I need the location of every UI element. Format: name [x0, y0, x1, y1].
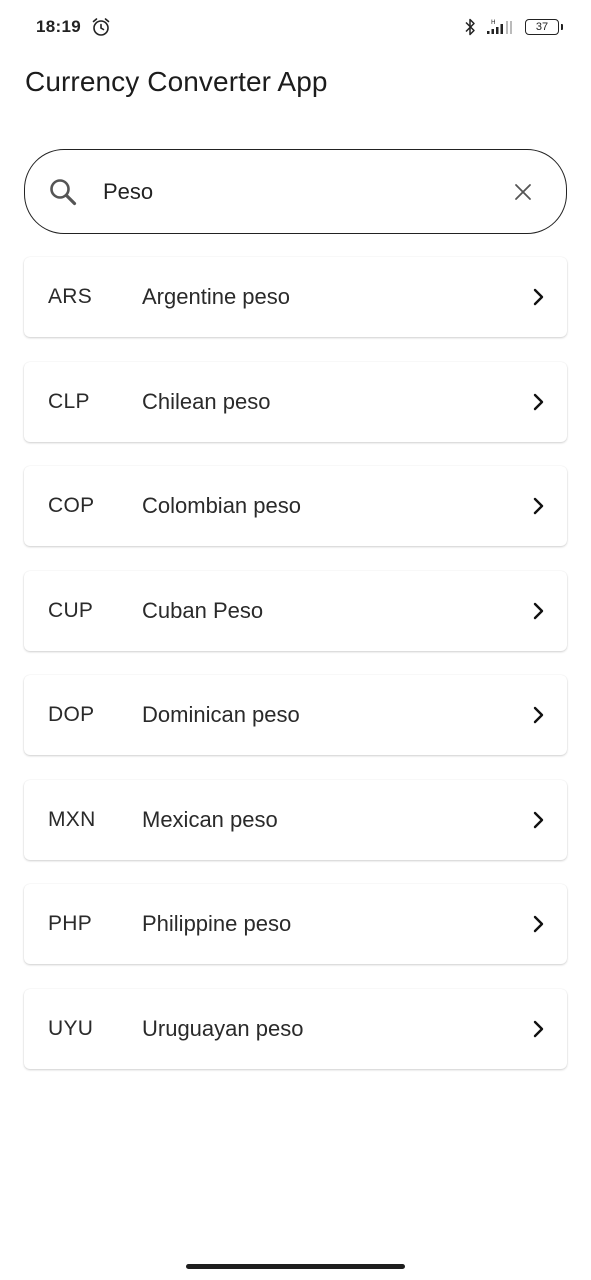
currency-code: DOP [48, 703, 95, 726]
currency-item-cup[interactable]: CUP Cuban Peso [24, 570, 567, 651]
chevron-right-icon [529, 287, 549, 307]
currency-code: ARS [48, 285, 93, 308]
currency-name: Dominican peso [142, 702, 300, 727]
status-bar: 18:19 H 37 [0, 0, 591, 54]
currency-code: UYU [48, 1016, 94, 1040]
currency-item-cop[interactable]: COP Colombian peso [24, 466, 567, 546]
chevron-right-icon [529, 705, 549, 725]
currency-code: MXN [48, 807, 96, 831]
currency-code: CLP [48, 389, 90, 413]
battery-icon: 37 [525, 19, 563, 35]
search-icon [45, 177, 81, 207]
currency-name: Argentine peso [142, 284, 290, 309]
currency-name: Uruguayan peso [142, 1015, 304, 1041]
chevron-right-icon [529, 1019, 549, 1039]
currency-item-mxn[interactable]: MXN Mexican peso [24, 779, 567, 860]
currency-code: CUP [48, 598, 94, 622]
bluetooth-icon [463, 17, 477, 37]
close-icon [515, 183, 531, 200]
clear-search-button[interactable] [508, 177, 538, 207]
app-screen: 18:19 H 37 Currency Converter App Peso A… [0, 0, 591, 1280]
search-input[interactable] [103, 171, 508, 212]
currency-name: Chilean peso [142, 388, 271, 414]
currency-item-ars[interactable]: ARS Argentine peso [24, 257, 567, 337]
chevron-right-icon [529, 601, 549, 621]
currency-code: PHP [48, 912, 93, 935]
battery-level: 37 [535, 20, 549, 33]
chevron-right-icon [529, 810, 549, 830]
status-time: 18:19 [36, 17, 81, 36]
status-right: H 37 [463, 17, 563, 37]
currency-item-dop[interactable]: DOP Dominican peso [24, 675, 567, 755]
currency-list: ARS Argentine peso CLP Chilean peso COP … [24, 257, 567, 1093]
currency-name: Colombian peso [142, 493, 301, 518]
chevron-right-icon [529, 914, 549, 934]
currency-item-php[interactable]: PHP Philippine peso [24, 884, 567, 964]
currency-code: COP [48, 494, 95, 517]
currency-item-clp[interactable]: CLP Chilean peso [24, 361, 567, 442]
page-title: Currency Converter App [25, 66, 328, 97]
currency-item-uyu[interactable]: UYU Uruguayan peso [24, 988, 567, 1069]
home-indicator[interactable] [186, 1264, 405, 1269]
search-box[interactable] [24, 149, 567, 234]
chevron-right-icon [529, 496, 549, 516]
alarm-icon [91, 17, 111, 37]
status-left: 18:19 [36, 17, 111, 37]
svg-text:H: H [491, 19, 496, 26]
chevron-right-icon [529, 392, 549, 412]
signal-icon: H [485, 18, 517, 36]
currency-name: Cuban Peso [142, 597, 264, 623]
currency-name: Philippine peso [142, 911, 292, 936]
currency-name: Mexican peso [142, 806, 278, 832]
